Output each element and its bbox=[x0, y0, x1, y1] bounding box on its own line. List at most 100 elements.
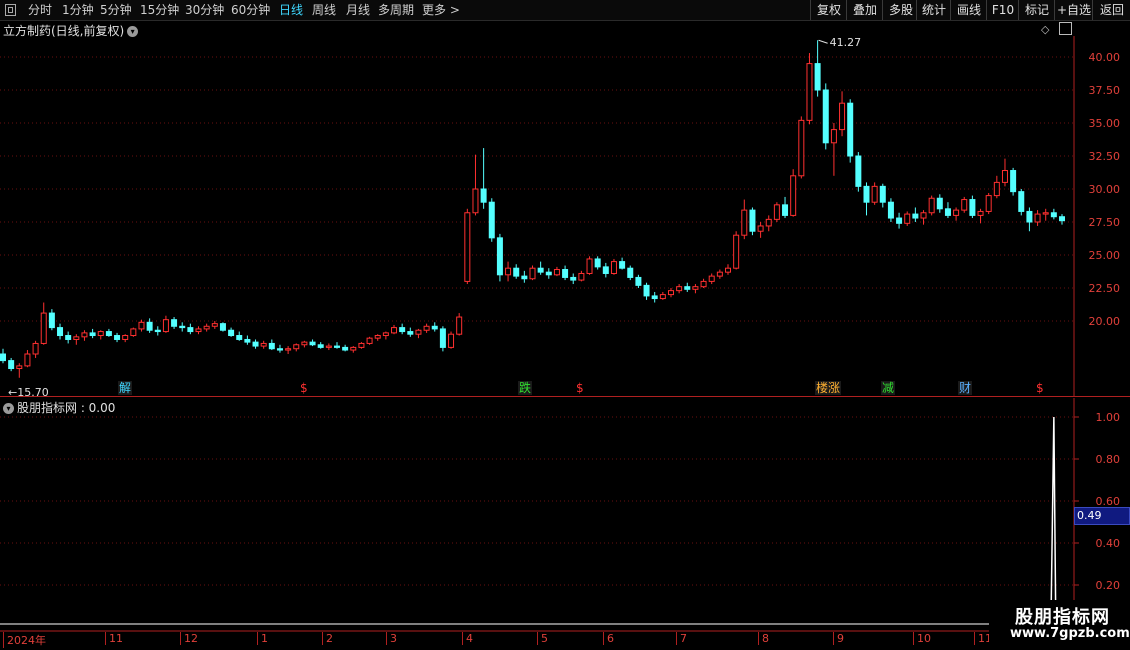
candle-body bbox=[765, 218, 772, 227]
event-marker[interactable]: 解 bbox=[118, 381, 133, 395]
event-marker[interactable]: 减 bbox=[881, 381, 896, 395]
candle-body bbox=[301, 341, 308, 346]
tab-period-1[interactable]: 1分钟 bbox=[62, 2, 94, 18]
candle-body bbox=[374, 335, 381, 339]
candle-body bbox=[896, 217, 903, 224]
candle-body bbox=[293, 344, 300, 350]
y-tick-label: 32.50 bbox=[1089, 150, 1121, 163]
tab-period-9[interactable]: 多周期 bbox=[378, 2, 414, 18]
candle-body bbox=[773, 204, 780, 220]
candle-body bbox=[236, 335, 243, 340]
candle-body bbox=[162, 319, 169, 333]
candle-body bbox=[961, 199, 968, 211]
candle-body bbox=[619, 261, 626, 269]
candle-body bbox=[211, 323, 218, 327]
x-axis-label: 2 bbox=[322, 632, 333, 645]
candle-body bbox=[415, 329, 422, 335]
action-button-6[interactable]: 标记 bbox=[1018, 0, 1055, 20]
candle-body bbox=[81, 332, 88, 338]
candle-body bbox=[32, 342, 39, 355]
candle-body bbox=[179, 325, 186, 329]
candle-body bbox=[887, 201, 894, 219]
y-tick-label: 30.00 bbox=[1089, 183, 1121, 196]
tab-period-2[interactable]: 5分钟 bbox=[100, 2, 132, 18]
candle-body bbox=[16, 365, 23, 370]
tab-period-3[interactable]: 15分钟 bbox=[140, 2, 179, 18]
candle-body bbox=[757, 225, 764, 232]
candle-body bbox=[73, 336, 80, 340]
event-marker[interactable]: 跌 bbox=[518, 381, 533, 395]
candle-body bbox=[342, 346, 349, 351]
panel-toggle-icon[interactable] bbox=[1059, 22, 1072, 35]
tab-period-8[interactable]: 月线 bbox=[346, 2, 370, 18]
candle-body bbox=[1050, 212, 1057, 218]
candle-body bbox=[716, 271, 723, 277]
action-button-0[interactable]: 复权 bbox=[810, 0, 847, 20]
action-button-2[interactable]: 多股 bbox=[882, 0, 919, 20]
candle-body bbox=[130, 328, 137, 337]
candle-body bbox=[578, 272, 585, 281]
candle-body bbox=[431, 325, 438, 330]
candle-body bbox=[521, 275, 528, 280]
candle-body bbox=[8, 360, 15, 370]
action-button-3[interactable]: 统计 bbox=[916, 0, 951, 20]
y-tick-label: 35.00 bbox=[1089, 117, 1121, 130]
y-tick-label: 20.00 bbox=[1089, 315, 1121, 328]
candle-body bbox=[358, 342, 365, 348]
high-price-label: 41.27 bbox=[830, 36, 862, 49]
candle-body bbox=[993, 181, 1000, 197]
candle-body bbox=[57, 327, 64, 337]
candle-body bbox=[545, 271, 552, 276]
event-marker[interactable]: $ bbox=[299, 381, 309, 395]
price-chart[interactable]: 40.00 37.50 35.00 32.50 30.00 27.50 25.00 22.50… bbox=[0, 36, 1130, 396]
action-button-7[interactable]: +自选 bbox=[1054, 0, 1093, 20]
candle-body bbox=[0, 353, 6, 362]
candle-body bbox=[260, 342, 267, 347]
candle-body bbox=[586, 258, 593, 274]
tab-period-10[interactable]: 更多 > bbox=[422, 2, 460, 18]
candle-body bbox=[562, 269, 569, 278]
y-tick-label: 1.00 bbox=[1096, 411, 1121, 424]
action-button-8[interactable]: 返回 bbox=[1092, 0, 1130, 20]
candle-body bbox=[749, 209, 756, 232]
event-marker[interactable]: 财 bbox=[958, 381, 973, 395]
candle-body bbox=[667, 290, 674, 296]
tab-period-7[interactable]: 周线 bbox=[312, 2, 336, 18]
candle-body bbox=[969, 199, 976, 216]
y-tick-label: 22.50 bbox=[1089, 282, 1121, 295]
candle-body bbox=[944, 208, 951, 216]
indicator-chart[interactable]: 1.000.800.600.400.20 bbox=[0, 398, 1130, 630]
candle-body bbox=[904, 213, 911, 224]
action-button-5[interactable]: F10 bbox=[986, 0, 1019, 20]
candle-body bbox=[912, 213, 919, 219]
candle-body bbox=[40, 312, 47, 344]
tab-period-5[interactable]: 60分钟 bbox=[231, 2, 270, 18]
candle-body bbox=[24, 353, 31, 367]
candle-body bbox=[814, 63, 821, 91]
event-marker[interactable]: 楼涨 bbox=[815, 381, 842, 395]
low-price-label: ←15.70 bbox=[8, 386, 49, 396]
candle-body bbox=[187, 327, 194, 333]
candle-body bbox=[399, 327, 406, 333]
candle-body bbox=[570, 276, 577, 281]
window-icon[interactable] bbox=[5, 4, 16, 16]
diamond-icon[interactable]: ◇ bbox=[1041, 23, 1049, 36]
tab-period-0[interactable]: 分时 bbox=[28, 2, 52, 18]
candle-body bbox=[822, 89, 829, 144]
action-button-1[interactable]: 叠加 bbox=[846, 0, 883, 20]
x-axis-label: 1 bbox=[257, 632, 268, 645]
candle-body bbox=[439, 328, 446, 348]
candle-body bbox=[790, 175, 797, 216]
tab-period-6[interactable]: 日线 bbox=[279, 2, 303, 18]
candle-body bbox=[863, 185, 870, 203]
x-axis-label: 11 bbox=[105, 632, 123, 645]
candle-body bbox=[977, 210, 984, 216]
candle-body bbox=[366, 337, 373, 344]
candle-body bbox=[659, 294, 666, 300]
event-marker[interactable]: $ bbox=[575, 381, 585, 395]
candle-body bbox=[928, 197, 935, 214]
event-marker[interactable]: $ bbox=[1035, 381, 1045, 395]
action-button-4[interactable]: 画线 bbox=[950, 0, 987, 20]
tab-period-4[interactable]: 30分钟 bbox=[185, 2, 224, 18]
candle-body bbox=[268, 342, 275, 350]
